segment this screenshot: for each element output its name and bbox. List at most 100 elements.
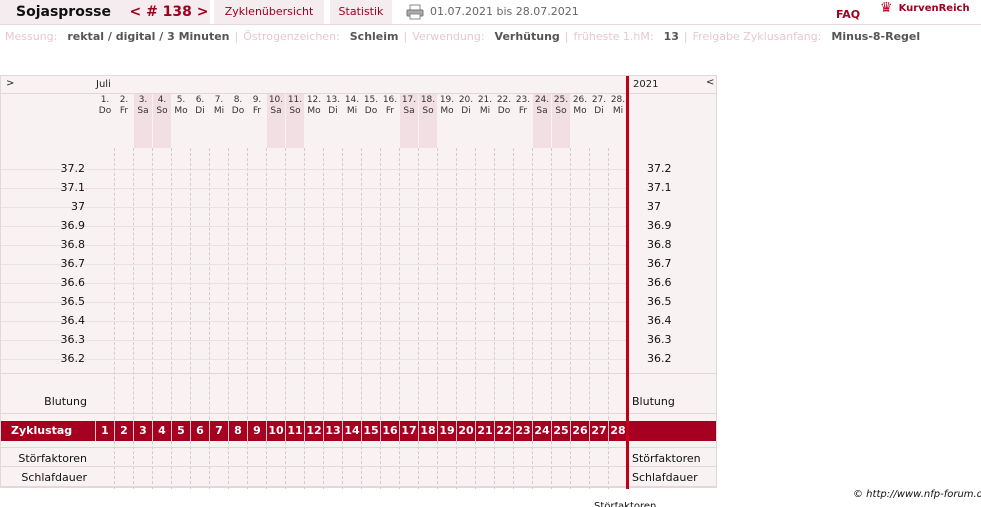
temperature-label-left: 37.2 [60, 162, 86, 175]
day-column-header[interactable]: 7. Mi [210, 94, 228, 148]
cycle-day-number[interactable]: 15 [362, 424, 380, 437]
cycle-day-number[interactable]: 14 [343, 424, 361, 437]
temperature-label-right: 36.3 [647, 333, 672, 346]
day-column-header[interactable]: 3. Sa [134, 94, 152, 148]
day-column-header[interactable]: 25. So [552, 94, 570, 148]
cycle-day-separator [380, 421, 381, 441]
cut-off-label: Störfaktoren [594, 502, 656, 507]
cycle-day-number[interactable]: 9 [248, 424, 266, 437]
day-number: 12. [306, 95, 322, 105]
nav-next-arrow[interactable]: < [706, 77, 714, 88]
cycle-day-number[interactable]: 26 [571, 424, 589, 437]
day-column-header[interactable]: 20. Di [457, 94, 475, 148]
day-number: 3. [138, 95, 148, 105]
year-label: 2021 [633, 79, 659, 90]
day-column-header[interactable]: 10. Sa [267, 94, 285, 148]
cycle-navigator[interactable]: < # 138 > [128, 0, 210, 24]
day-column-header[interactable]: 4. So [153, 94, 171, 148]
day-number: 13. [325, 95, 341, 105]
day-number: 15. [363, 95, 379, 105]
day-column-header[interactable]: 12. Mo [305, 94, 323, 148]
weekday: Mi [479, 106, 491, 116]
cycle-end-marker [626, 76, 629, 489]
cycle-day-number[interactable]: 27 [590, 424, 608, 437]
cycle-day-number[interactable]: 4 [153, 424, 171, 437]
temperature-label-right: 36.8 [647, 238, 672, 251]
day-column-header[interactable]: 5. Mo [172, 94, 190, 148]
cycle-day-number[interactable]: 13 [324, 424, 342, 437]
day-column-header[interactable]: 15. Do [362, 94, 380, 148]
day-column-header[interactable]: 11. So [286, 94, 304, 148]
cycle-day-number[interactable]: 8 [229, 424, 247, 437]
cycle-day-number[interactable]: 2 [115, 424, 133, 437]
cycle-day-number[interactable]: 10 [267, 424, 285, 437]
cycle-day-number[interactable]: 21 [476, 424, 494, 437]
cycle-day-number[interactable]: 28 [609, 424, 627, 437]
cycle-day-separator [437, 421, 438, 441]
day-number: 14. [344, 95, 360, 105]
cycle-day-number[interactable]: 20 [457, 424, 475, 437]
sleep-label-left: Schlafdauer [21, 471, 87, 484]
cycle-day-number[interactable]: 6 [191, 424, 209, 437]
disturbance-label-left: Störfaktoren [18, 452, 87, 465]
day-column-header[interactable]: 19. Mo [438, 94, 456, 148]
cycle-settings-line: Messung: rektal / digital / 3 Minuten | Öst… [5, 30, 921, 43]
cycle-day-number[interactable]: 17 [400, 424, 418, 437]
day-column-header[interactable]: 18. So [419, 94, 437, 148]
cycle-day-number[interactable]: 19 [438, 424, 456, 437]
day-column-header[interactable]: 28. Mi [609, 94, 627, 148]
day-column-header[interactable]: 6. Di [191, 94, 209, 148]
day-column-header[interactable]: 8. Do [229, 94, 247, 148]
day-column-header[interactable]: 27. Di [590, 94, 608, 148]
day-column-header[interactable]: 16. Fr [381, 94, 399, 148]
cycle-day-number[interactable]: 16 [381, 424, 399, 437]
day-column-header[interactable]: 17. Sa [400, 94, 418, 148]
section-divider [1, 373, 716, 374]
day-number: 22. [496, 95, 512, 105]
day-number: 1. [100, 95, 110, 105]
cycle-day-number[interactable]: 18 [419, 424, 437, 437]
cycle-day-number[interactable]: 25 [552, 424, 570, 437]
kurvenreich-logo[interactable]: ♛ KurvenReich [880, 0, 981, 20]
faq-link[interactable]: FAQ [836, 3, 866, 27]
weekday: Fr [119, 106, 129, 116]
weekday: Do [231, 106, 245, 116]
cycle-day-number[interactable]: 3 [134, 424, 152, 437]
cycle-day-number[interactable]: 1 [96, 424, 114, 437]
bleeding-label-right: Blutung [632, 395, 675, 408]
day-column-header[interactable]: 24. Sa [533, 94, 551, 148]
printer-icon[interactable] [404, 0, 426, 24]
weekday: So [156, 106, 168, 116]
temperature-label-left: 36.3 [60, 333, 86, 346]
statistics-button[interactable]: Statistik [330, 0, 392, 24]
cycle-day-separator [209, 421, 210, 441]
cycle-day-number[interactable]: 12 [305, 424, 323, 437]
cycle-day-number[interactable]: 24 [533, 424, 551, 437]
day-column-header[interactable]: 1. Do [96, 94, 114, 148]
section-divider [1, 466, 716, 467]
day-number: 19. [439, 95, 455, 105]
info-label-usage: Verwendung: [412, 30, 485, 43]
day-column-header[interactable]: 23. Fr [514, 94, 532, 148]
cycle-overview-button[interactable]: Zyklenübersicht [214, 0, 324, 24]
cycle-day-number[interactable]: 22 [495, 424, 513, 437]
info-value-earliest: 13 [663, 30, 679, 43]
day-column-header[interactable]: 21. Mi [476, 94, 494, 148]
day-column-header[interactable]: 2. Fr [115, 94, 133, 148]
cycle-day-number[interactable]: 11 [286, 424, 304, 437]
day-column-header[interactable]: 26. Mo [571, 94, 589, 148]
day-column-header[interactable]: 13. Di [324, 94, 342, 148]
cycle-day-number[interactable]: 7 [210, 424, 228, 437]
temperature-gridline [1, 169, 626, 170]
info-label-earliest: früheste 1.hM: [573, 30, 654, 43]
cycle-day-number[interactable]: 5 [172, 424, 190, 437]
day-number: 18. [420, 95, 436, 105]
day-column-header[interactable]: 14. Mi [343, 94, 361, 148]
day-column-header[interactable]: 22. Do [495, 94, 513, 148]
day-column-header[interactable]: 9. Fr [248, 94, 266, 148]
temperature-label-right: 37 [647, 200, 661, 213]
cycle-day-number[interactable]: 23 [514, 424, 532, 437]
nav-prev-arrow[interactable]: > [6, 78, 14, 89]
temperature-label-left: 36.2 [60, 352, 86, 365]
temperature-label-right: 36.6 [647, 276, 672, 289]
